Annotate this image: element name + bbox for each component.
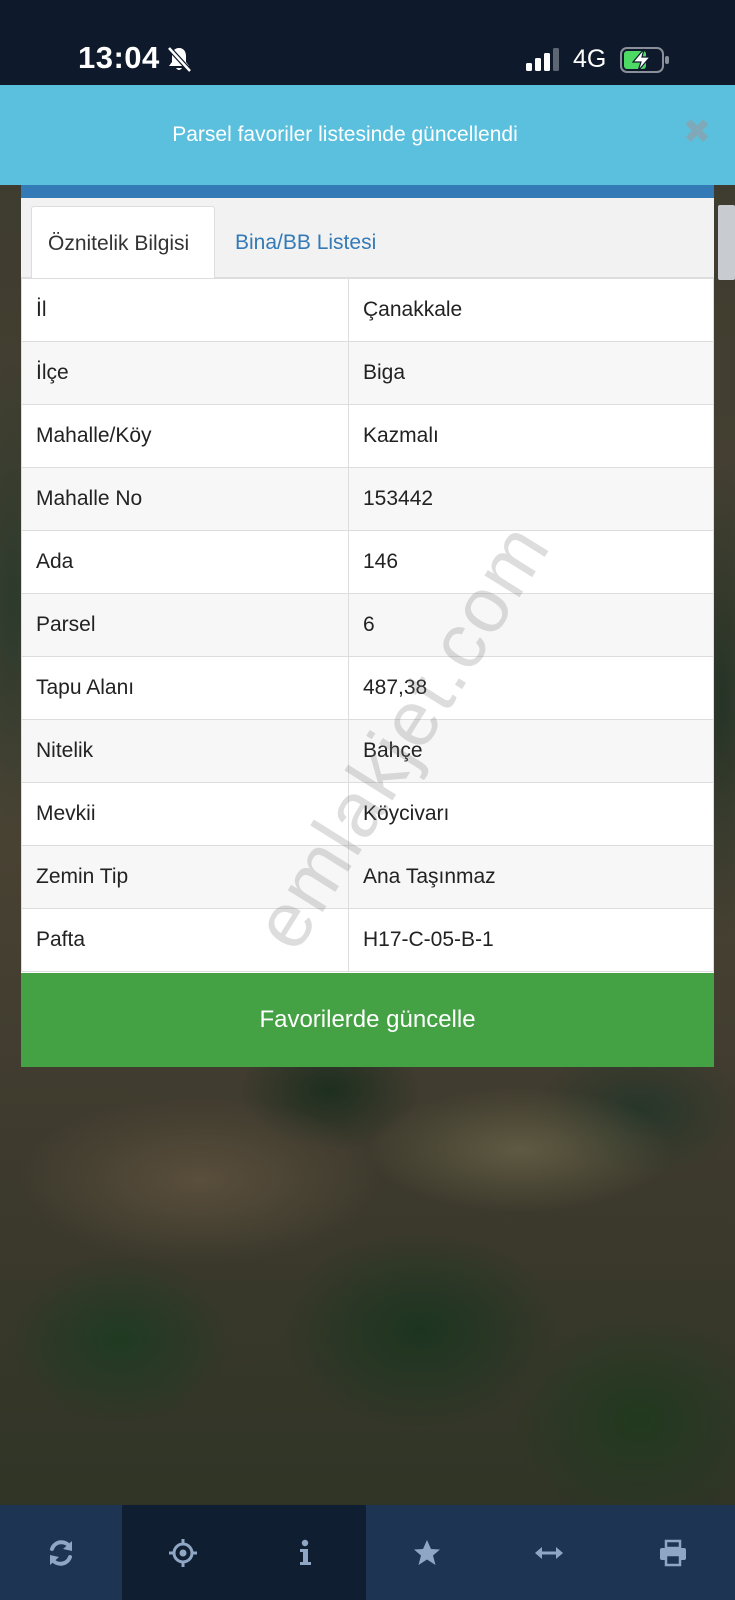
attribute-key: İl — [21, 278, 349, 342]
table-row: Mahalle No 153442 — [21, 467, 714, 531]
tab-building-list[interactable]: Bina/BB Listesi — [219, 206, 409, 279]
tab-attribute-info[interactable]: Öznitelik Bilgisi — [31, 206, 215, 279]
notification-message: Parsel favoriler listesinde güncellendi — [172, 123, 518, 146]
print-button[interactable] — [610, 1505, 735, 1600]
bottom-toolbar — [0, 1505, 735, 1600]
table-row: Mevkii Köycivarı — [21, 782, 714, 846]
attribute-value: Bahçe — [348, 719, 714, 783]
info-button[interactable] — [244, 1505, 366, 1600]
attribute-key: Tapu Alanı — [21, 656, 349, 720]
attribute-value: Biga — [348, 341, 714, 405]
attribute-table: İl Çanakkale İlçe Biga Mahalle/Köy Kazmalı Mah… — [21, 278, 714, 972]
table-row: Tapu Alanı 487,38 — [21, 656, 714, 720]
horizontal-arrows-icon — [535, 1546, 563, 1559]
cell-signal-icon — [526, 48, 559, 71]
star-icon — [414, 1539, 440, 1565]
attribute-key: Zemin Tip — [21, 845, 349, 909]
attribute-value: Ana Taşınmaz — [348, 845, 714, 909]
close-icon[interactable]: ✖ — [680, 115, 714, 149]
attribute-key: Mahalle/Köy — [21, 404, 349, 468]
attribute-value: 153442 — [348, 467, 714, 531]
table-row: İl Çanakkale — [21, 278, 714, 342]
measure-button[interactable] — [488, 1505, 610, 1600]
table-row: İlçe Biga — [21, 341, 714, 405]
table-row: Nitelik Bahçe — [21, 719, 714, 783]
attribute-value: Kazmalı — [348, 404, 714, 468]
bell-muted-icon — [167, 46, 192, 73]
update-favorites-button[interactable]: Favorilerde güncelle — [21, 973, 714, 1067]
attribute-value: 487,38 — [348, 656, 714, 720]
attribute-key: Mahalle No — [21, 467, 349, 531]
attribute-value: Köycivarı — [348, 782, 714, 846]
scrollbar[interactable] — [718, 205, 735, 280]
status-time: 13:04 — [78, 40, 160, 75]
tab-bar: Öznitelik Bilgisi Bina/BB Listesi — [21, 198, 714, 279]
table-row: Parsel 6 — [21, 593, 714, 657]
table-row: Mahalle/Köy Kazmalı — [21, 404, 714, 468]
print-icon — [659, 1539, 686, 1566]
attribute-key: Parsel — [21, 593, 349, 657]
attribute-key: Pafta — [21, 908, 349, 972]
attribute-value: H17-C-05-B-1 — [348, 908, 714, 972]
crosshair-icon — [169, 1538, 197, 1567]
attribute-key: İlçe — [21, 341, 349, 405]
favorites-button[interactable] — [366, 1505, 488, 1600]
attribute-key: Mevkii — [21, 782, 349, 846]
table-row: Pafta H17-C-05-B-1 — [21, 908, 714, 972]
locate-button[interactable] — [122, 1505, 244, 1600]
refresh-icon — [50, 1539, 72, 1566]
attribute-value: 6 — [348, 593, 714, 657]
attribute-value: 146 — [348, 530, 714, 594]
table-row: Ada 146 — [21, 530, 714, 594]
table-row: Zemin Tip Ana Taşınmaz — [21, 845, 714, 909]
network-type: 4G — [573, 45, 607, 73]
parcel-info-panel: Öznitelik Bilgisi Bina/BB Listesi İl Çana… — [21, 185, 714, 1067]
battery-charging-icon — [620, 47, 669, 73]
status-bar: 13:04 4G — [0, 0, 735, 85]
attribute-value: Çanakkale — [348, 278, 714, 342]
info-icon — [300, 1539, 311, 1565]
attribute-key: Ada — [21, 530, 349, 594]
panel-header-bar — [21, 185, 714, 198]
attribute-key: Nitelik — [21, 719, 349, 783]
notification-banner: Parsel favoriler listesinde güncellendi … — [0, 85, 735, 185]
refresh-button[interactable] — [0, 1505, 122, 1600]
